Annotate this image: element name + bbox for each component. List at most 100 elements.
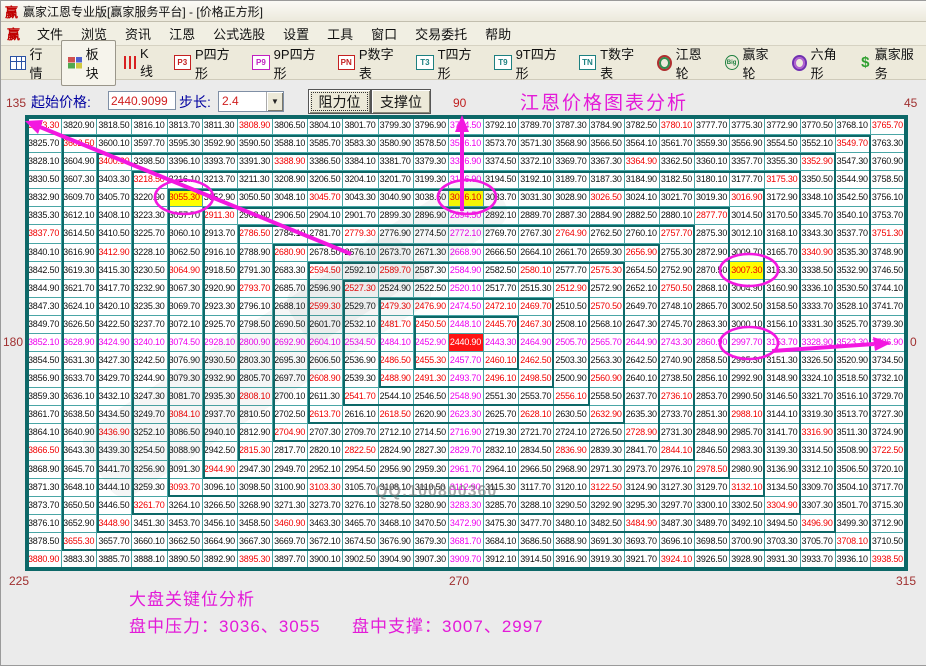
grid-cell: 3386.50: [308, 153, 344, 172]
grid-cell: 2620.90: [413, 406, 449, 425]
grid-cell: 2980.90: [730, 460, 766, 479]
grid-cell: 3120.10: [554, 478, 590, 497]
grid-cell: 2580.10: [519, 261, 555, 280]
grid-cell: 3583.30: [343, 135, 379, 154]
grid-cell: 3549.70: [835, 135, 871, 154]
toolbar-button-K线[interactable]: K线: [118, 43, 165, 83]
grid-cell: 3763.30: [870, 135, 906, 154]
grid-cell: 3734.50: [870, 352, 906, 371]
menu-item-资讯[interactable]: 资讯: [116, 25, 160, 44]
toolbar-button-赢家轮[interactable]: Big 赢家轮: [719, 41, 784, 85]
grid-cell: 3652.90: [62, 514, 98, 533]
toolbar-button-P四方形[interactable]: P3 P四方形: [168, 41, 245, 85]
grid-cell: 3211.30: [237, 171, 274, 190]
support-button[interactable]: 支撑位: [371, 89, 431, 114]
grid-cell: 3768.10: [835, 117, 871, 136]
grid-cell: 2817.70: [273, 442, 309, 461]
grid-cell: 3876.10: [27, 514, 63, 533]
grid-cell: 3052.90: [202, 189, 238, 208]
grid-cell: 3451.30: [132, 514, 168, 533]
grid-cell: 2558.50: [589, 388, 625, 407]
toolbar-button-9P四方形[interactable]: P9 9P四方形: [246, 41, 329, 85]
step-combobox[interactable]: 2.4 ▼: [218, 91, 284, 112]
grid-cell: 3160.90: [765, 279, 801, 298]
angle-label-45: 45: [904, 96, 918, 110]
grid-cell: 3117.70: [519, 478, 555, 497]
grid-cell: 3828.10: [27, 153, 63, 172]
grid-cell: 3554.50: [765, 135, 801, 154]
grid-cell: 3868.90: [27, 460, 63, 479]
grid-cell: 2920.90: [202, 279, 238, 298]
grid-cell: 3213.70: [202, 171, 238, 190]
grid-cell: 3376.90: [448, 153, 485, 172]
grid-cell: 3043.30: [343, 189, 379, 208]
analysis-pressure: 盘中压力：3036、3055: [129, 617, 321, 636]
toolbar-button-9T四方形[interactable]: T9 9T四方形: [488, 41, 571, 85]
qq-watermark: QQ:100800360: [375, 483, 498, 500]
grid-cell: 3907.30: [413, 550, 449, 569]
grid-cell: 3415.30: [97, 261, 133, 280]
grid-cell: 3600.10: [97, 135, 133, 154]
grid-cell: 3624.10: [62, 297, 98, 316]
grid-cell: 2851.30: [695, 406, 731, 425]
grid-cell: 3297.70: [659, 496, 696, 515]
grid-cell: 3715.30: [870, 496, 906, 515]
grid-cell: 2815.30: [237, 442, 274, 461]
grid-cell: 3014.50: [730, 207, 766, 226]
grid-cell: 3064.90: [167, 261, 203, 280]
grid-cell: 3163.30: [765, 261, 801, 280]
grid-cell: 3012.10: [730, 225, 766, 244]
start-price-label: 起始价格:: [31, 94, 91, 110]
grid-cell: 3367.30: [589, 153, 625, 172]
start-price-input[interactable]: [108, 91, 176, 110]
grid-cell: 3496.90: [800, 514, 836, 533]
grid-cell: 3864.10: [27, 424, 63, 443]
grid-cell: 3122.50: [589, 478, 625, 497]
grid-cell: 3057.70: [167, 207, 203, 226]
grid-cell: 2949.70: [273, 460, 309, 479]
chevron-down-icon[interactable]: ▼: [266, 92, 283, 111]
toolbar-button-赢家服务[interactable]: $ 赢家服务: [854, 41, 926, 85]
grid-cell: 2856.10: [695, 370, 731, 389]
grid-cell: 3664.90: [202, 532, 238, 551]
grid-cell: 2865.70: [695, 297, 731, 316]
grid-cell: 3338.50: [800, 261, 836, 280]
application-window: 赢 赢家江恩专业版[赢家服务平台] - [价格正方形] 赢 文件 浏览 资讯 江恩 公式…: [0, 0, 926, 666]
toolbar-button-P数字表[interactable]: PN P数字表: [332, 41, 409, 85]
toolbar-button-T数字表[interactable]: TN T数字表: [573, 41, 649, 85]
grid-cell: 2824.90: [378, 442, 414, 461]
grid-cell: 2925.70: [202, 315, 238, 334]
grid-cell: 3002.50: [730, 297, 766, 316]
grid-cell: 2784.10: [273, 225, 309, 244]
grid-cell: 2570.50: [589, 297, 625, 316]
toolbar-button-江恩轮[interactable]: 江恩轮: [651, 41, 717, 85]
grid-cell: 3717.70: [870, 478, 906, 497]
grid-cell: 3720.10: [870, 460, 906, 479]
page-heading: 江恩价格图表分析: [520, 93, 689, 114]
grid-cell: 2709.70: [343, 424, 379, 443]
grid-cell: 3312.10: [800, 460, 836, 479]
grid-cell: 3388.90: [273, 153, 309, 172]
grid-cell: 3523.30: [835, 333, 871, 353]
toolbar-button-T四方形[interactable]: T3 T四方形: [410, 41, 486, 85]
toolbar-button-六角形[interactable]: 六角形: [786, 41, 852, 85]
grid-cell: 3319.30: [800, 406, 836, 425]
toolbar-button-label: P数字表: [358, 46, 394, 81]
toolbar-button-行情[interactable]: 行情: [4, 41, 59, 85]
grid-cell: 3820.90: [62, 117, 98, 136]
toolbar-button-板块[interactable]: 板块: [61, 39, 117, 86]
grid-cell: 3818.50: [97, 117, 133, 136]
grid-cell: 2988.10: [730, 406, 766, 425]
resistance-button[interactable]: 阻力位: [308, 89, 371, 114]
grid-cell: 2630.50: [554, 406, 590, 425]
grid-cell: 3904.90: [378, 550, 414, 569]
grid-cell: 3835.30: [27, 207, 63, 226]
grid-cell: 3369.70: [554, 153, 590, 172]
grid-cell: 3871.30: [27, 478, 63, 497]
service-dollar-icon: $: [861, 54, 870, 71]
sector-blocks-icon: [68, 56, 82, 69]
grid-cell: 3921.70: [624, 550, 660, 569]
grid-cell: 2515.30: [519, 279, 555, 298]
grid-cell: 3374.50: [484, 153, 520, 172]
grid-cell: 2760.10: [624, 225, 660, 244]
